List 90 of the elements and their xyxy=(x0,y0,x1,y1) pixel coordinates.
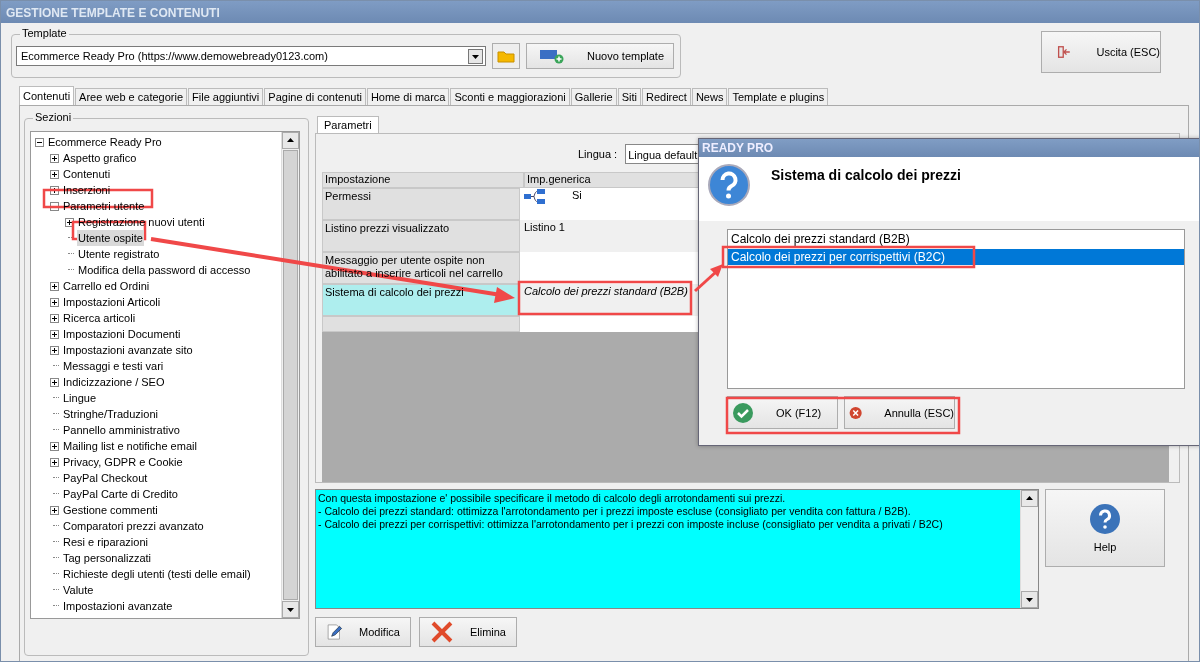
tree-item[interactable]: Inserzioni xyxy=(62,182,112,198)
exit-button[interactable]: Uscita (ESC) xyxy=(1041,31,1161,73)
tree-item[interactable]: Pannello amministrativo xyxy=(62,422,181,438)
tree-item[interactable]: Impostazioni avanzate sito xyxy=(62,342,194,358)
cross-icon xyxy=(430,620,454,644)
tab[interactable]: Aree web e categorie xyxy=(75,88,188,105)
cell-value: Si xyxy=(572,189,582,201)
tree-item[interactable]: Ricerca articoli xyxy=(62,310,137,326)
tree-item[interactable]: Valute xyxy=(62,582,95,598)
hierarchy-icon xyxy=(524,189,546,205)
expand-icon[interactable] xyxy=(50,281,59,291)
delete-button[interactable]: Elimina xyxy=(419,617,517,647)
tree-item[interactable]: Indicizzazione / SEO xyxy=(62,374,166,390)
window-title: GESTIONE TEMPLATE E CONTENUTI xyxy=(1,1,1199,23)
cancel-button[interactable]: Annulla (ESC) xyxy=(844,396,955,429)
scrollbar[interactable] xyxy=(281,132,299,618)
tree-item[interactable]: Utente ospite xyxy=(77,230,144,246)
expand-icon[interactable] xyxy=(50,345,59,355)
column-header: Impostazione xyxy=(322,172,524,188)
expand-icon[interactable] xyxy=(50,457,59,467)
question-icon xyxy=(1089,503,1121,535)
group-label: Sezioni xyxy=(33,111,74,123)
tree-item[interactable]: Stringhe/Traduzioni xyxy=(62,406,159,422)
expand-icon[interactable] xyxy=(65,217,74,227)
tab[interactable]: File aggiuntivi xyxy=(188,88,264,105)
scroll-down-icon[interactable] xyxy=(1021,591,1038,608)
expand-icon[interactable] xyxy=(50,297,59,307)
edit-button[interactable]: Modifica xyxy=(315,617,411,647)
tab[interactable]: Home di marca xyxy=(366,88,450,105)
tree-item[interactable]: Modifica della password di accesso xyxy=(77,262,252,278)
tree-item[interactable]: Impostazioni Articoli xyxy=(62,294,162,310)
annotation-arrow xyxy=(694,264,723,293)
group-label: Template xyxy=(20,27,69,39)
dialog-title: READY PRO xyxy=(699,139,1199,157)
expand-icon[interactable] xyxy=(50,313,59,323)
tree-item[interactable]: Ecommerce Ready Pro xyxy=(47,134,163,150)
tree-item[interactable]: Aspetto grafico xyxy=(62,150,138,166)
tree-item[interactable]: Impostazioni avanzate xyxy=(62,598,174,614)
expand-icon[interactable] xyxy=(50,377,59,387)
table-cell: Listino prezzi visualizzato xyxy=(322,220,520,252)
tree-item[interactable]: Tag personalizzati xyxy=(62,550,153,566)
screen-plus-icon xyxy=(539,48,565,64)
tree-item[interactable]: Utente registrato xyxy=(77,246,161,262)
new-template-button[interactable]: Nuovo template xyxy=(526,43,674,69)
expand-icon[interactable] xyxy=(50,153,59,163)
tab[interactable]: Gallerie xyxy=(570,88,617,105)
scroll-up-icon[interactable] xyxy=(282,132,299,149)
tree-item[interactable]: Parametri utente xyxy=(62,198,146,214)
tree-item[interactable]: Gestione commenti xyxy=(62,502,159,518)
expand-icon[interactable] xyxy=(50,505,59,515)
tree-item[interactable]: Messaggi e testi vari xyxy=(62,358,165,374)
scroll-up-icon[interactable] xyxy=(1021,490,1038,507)
tab[interactable]: Sconti e maggiorazioni xyxy=(450,88,570,105)
tab[interactable]: Pagine di contenuti xyxy=(264,88,366,105)
scrollbar[interactable] xyxy=(1020,490,1038,608)
question-icon xyxy=(707,163,751,207)
tree-item[interactable]: Richieste degli utenti (testi delle email) xyxy=(62,566,252,582)
list-item[interactable]: Calcolo dei prezzi per corrispettivi (B2C) xyxy=(728,249,1184,265)
tree-item[interactable]: Impostazioni Documenti xyxy=(62,326,182,342)
tree-item[interactable]: PayPal Carte di Credito xyxy=(62,486,179,502)
tree-item[interactable]: Privacy, GDPR e Cookie xyxy=(62,454,184,470)
table-cell: Sistema di calcolo dei prezzi xyxy=(322,284,520,316)
tab[interactable]: News xyxy=(691,88,728,105)
language-label: Lingua : xyxy=(578,148,618,160)
description-text: Con questa impostazione e' possibile specificare il metodo di calcolo degli arrotondamenti sui prezzi. - Calcolo dei prezzi standard: ottimizza l'arrotondamento per i prezzi imposte escluse (consigliato per vendita con fattura / B2B). - Calcolo dei prezzi per corrispettivi: ottimizza l'arrotondamento per i prezzi con imposte incluse (consigliato per vendita a privati / B2C) xyxy=(315,489,1039,609)
expand-icon[interactable] xyxy=(50,441,59,451)
expand-icon[interactable] xyxy=(50,169,59,179)
collapse-icon[interactable] xyxy=(35,137,44,147)
tree-item[interactable]: PayPal Checkout xyxy=(62,470,149,486)
tab[interactable]: Siti xyxy=(617,88,641,105)
tree-item[interactable]: Contenuti xyxy=(62,166,112,182)
tab[interactable]: Template e plugins xyxy=(728,88,829,105)
folder-icon xyxy=(497,49,515,63)
ok-button[interactable]: OK (F12) xyxy=(727,396,838,429)
scroll-down-icon[interactable] xyxy=(282,601,299,618)
expand-icon[interactable] xyxy=(50,329,59,339)
tree-item[interactable]: Carrello ed Ordini xyxy=(62,278,151,294)
table-cell: Permessi xyxy=(322,188,520,220)
tree-item[interactable]: Mailing list e notifiche email xyxy=(62,438,198,454)
tab[interactable]: Parametri xyxy=(317,116,379,133)
tree-item[interactable]: Comparatori prezzi avanzato xyxy=(62,518,205,534)
template-dropdown[interactable]: Ecommerce Ready Pro (https://www.demowebready0123.com) xyxy=(16,46,486,66)
tree-item[interactable]: Lingue xyxy=(62,390,98,406)
tree-item[interactable]: Resi e riparazioni xyxy=(62,534,149,550)
tab[interactable]: Contenuti xyxy=(19,86,75,105)
help-button[interactable]: Help xyxy=(1045,489,1165,567)
tab[interactable]: Redirect xyxy=(641,88,691,105)
check-icon xyxy=(732,401,754,424)
expand-icon[interactable] xyxy=(50,185,59,195)
tree-item[interactable]: Registrazione nuovi utenti xyxy=(77,214,206,230)
